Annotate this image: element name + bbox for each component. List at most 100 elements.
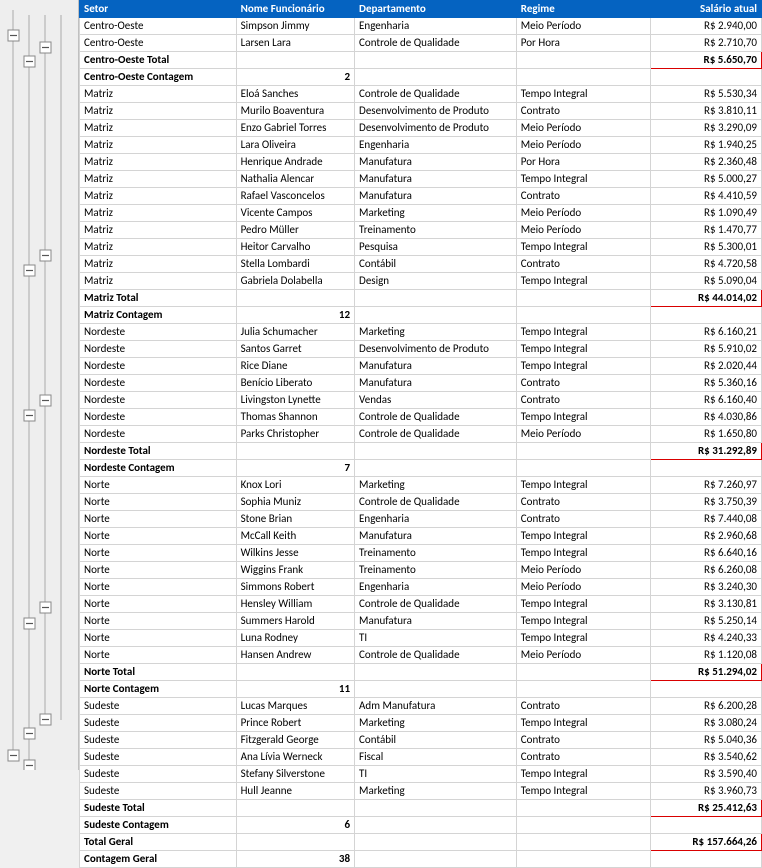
cell-dept[interactable]: Controle de Qualidade <box>355 86 517 103</box>
cell-reg[interactable] <box>516 664 650 681</box>
cell-setor[interactable]: Nordeste Total <box>80 443 237 460</box>
table-row[interactable]: MatrizPedro MüllerTreinamentoMeio Períod… <box>80 222 762 239</box>
table-row[interactable]: Centro-OesteSimpson JimmyEngenhariaMeio … <box>80 18 762 35</box>
col-sal[interactable]: Salário atual <box>650 1 761 18</box>
table-row[interactable]: NorteSimmons RobertEngenhariaMeio Períod… <box>80 579 762 596</box>
table-row[interactable]: NorteStone BrianEngenhariaContratoR$ 7.4… <box>80 511 762 528</box>
cell-dept[interactable] <box>355 307 517 324</box>
cell-dept[interactable]: Manufatura <box>355 154 517 171</box>
cell-setor[interactable]: Nordeste <box>80 358 237 375</box>
cell-dept[interactable]: Design <box>355 273 517 290</box>
cell-dept[interactable] <box>355 290 517 307</box>
cell-nome[interactable]: Julia Schumacher <box>236 324 354 341</box>
cell-setor[interactable]: Norte <box>80 545 237 562</box>
cell-reg[interactable] <box>516 69 650 86</box>
cell-reg[interactable]: Contrato <box>516 732 650 749</box>
cell-dept[interactable] <box>355 851 517 868</box>
cell-setor[interactable]: Norte <box>80 494 237 511</box>
cell-reg[interactable]: Meio Período <box>516 647 650 664</box>
cell-reg[interactable]: Tempo Integral <box>516 613 650 630</box>
table-row[interactable]: MatrizRafael VasconcelosManufaturaContra… <box>80 188 762 205</box>
cell-dept[interactable] <box>355 460 517 477</box>
table-row[interactable]: Centro-OesteLarsen LaraControle de Quali… <box>80 35 762 52</box>
table-row[interactable]: NorteMcCall KeithManufaturaTempo Integra… <box>80 528 762 545</box>
cell-sal[interactable]: R$ 4.240,33 <box>650 630 761 647</box>
table-row[interactable]: MatrizMurilo BoaventuraDesenvolvimento d… <box>80 103 762 120</box>
cell-setor[interactable]: Nordeste <box>80 324 237 341</box>
cell-dept[interactable]: Engenharia <box>355 18 517 35</box>
table-row[interactable]: NorteHansen AndrewControle de QualidadeM… <box>80 647 762 664</box>
cell-reg[interactable]: Tempo Integral <box>516 766 650 783</box>
cell-reg[interactable]: Por Hora <box>516 154 650 171</box>
cell-reg[interactable]: Meio Período <box>516 205 650 222</box>
outline-gutter[interactable] <box>0 0 79 770</box>
cell-sal[interactable]: R$ 5.090,04 <box>650 273 761 290</box>
cell-nome[interactable]: Simmons Robert <box>236 579 354 596</box>
table-row[interactable]: MatrizLara OliveiraEngenhariaMeio Períod… <box>80 137 762 154</box>
cell-nome[interactable] <box>236 664 354 681</box>
cell-sal[interactable] <box>650 681 761 698</box>
cell-reg[interactable] <box>516 851 650 868</box>
cell-nome[interactable]: Hansen Andrew <box>236 647 354 664</box>
cell-setor[interactable]: Norte <box>80 647 237 664</box>
cell-sal[interactable]: R$ 1.940,25 <box>650 137 761 154</box>
cell-nome[interactable]: Enzo Gabriel Torres <box>236 120 354 137</box>
cell-reg[interactable]: Tempo Integral <box>516 630 650 647</box>
cell-nome[interactable] <box>236 834 354 851</box>
cell-nome[interactable]: Larsen Lara <box>236 35 354 52</box>
cell-sal[interactable]: R$ 3.130,81 <box>650 596 761 613</box>
cell-dept[interactable]: Pesquisa <box>355 239 517 256</box>
cell-dept[interactable]: Treinamento <box>355 545 517 562</box>
cell-sal[interactable]: R$ 3.290,09 <box>650 120 761 137</box>
cell-reg[interactable]: Contrato <box>516 392 650 409</box>
cell-setor[interactable]: Nordeste <box>80 375 237 392</box>
cell-setor[interactable]: Sudeste Total <box>80 800 237 817</box>
cell-reg[interactable]: Meio Período <box>516 120 650 137</box>
cell-reg[interactable]: Contrato <box>516 188 650 205</box>
cell-dept[interactable]: Manufatura <box>355 528 517 545</box>
cell-nome[interactable]: 7 <box>236 460 354 477</box>
cell-setor[interactable]: Norte <box>80 477 237 494</box>
cell-sal[interactable]: R$ 3.590,40 <box>650 766 761 783</box>
cell-setor[interactable]: Sudeste <box>80 783 237 800</box>
cell-sal[interactable]: R$ 5.250,14 <box>650 613 761 630</box>
cell-reg[interactable] <box>516 460 650 477</box>
cell-sal[interactable]: R$ 4.030,86 <box>650 409 761 426</box>
cell-nome[interactable]: McCall Keith <box>236 528 354 545</box>
cell-reg[interactable] <box>516 681 650 698</box>
cell-reg[interactable]: Meio Período <box>516 562 650 579</box>
cell-sal[interactable]: R$ 2.020,44 <box>650 358 761 375</box>
cell-reg[interactable]: Tempo Integral <box>516 545 650 562</box>
cell-sal[interactable]: R$ 2.940,00 <box>650 18 761 35</box>
cell-sal[interactable]: R$ 3.750,39 <box>650 494 761 511</box>
cell-setor[interactable]: Sudeste <box>80 732 237 749</box>
cell-setor[interactable]: Centro-Oeste <box>80 35 237 52</box>
table-row[interactable]: MatrizHenrique AndradeManufaturaPor Hora… <box>80 154 762 171</box>
cell-sal[interactable] <box>650 460 761 477</box>
cell-nome[interactable] <box>236 52 354 69</box>
cell-dept[interactable]: Treinamento <box>355 562 517 579</box>
cell-dept[interactable] <box>355 443 517 460</box>
cell-setor[interactable]: Nordeste <box>80 409 237 426</box>
cell-sal[interactable]: R$ 2.710,70 <box>650 35 761 52</box>
cell-setor[interactable]: Sudeste <box>80 749 237 766</box>
cell-setor[interactable]: Nordeste <box>80 426 237 443</box>
cell-sal[interactable]: R$ 2.960,68 <box>650 528 761 545</box>
table-row[interactable]: NorteWiggins FrankTreinamentoMeio Períod… <box>80 562 762 579</box>
cell-reg[interactable] <box>516 443 650 460</box>
col-setor[interactable]: Setor <box>80 1 237 18</box>
table-row[interactable]: NorteWilkins JesseTreinamentoTempo Integ… <box>80 545 762 562</box>
cell-setor[interactable]: Total Geral <box>80 834 237 851</box>
cell-sal[interactable] <box>650 817 761 834</box>
cell-reg[interactable]: Meio Período <box>516 426 650 443</box>
cell-sal[interactable]: R$ 6.260,08 <box>650 562 761 579</box>
cell-nome[interactable]: Pedro Müller <box>236 222 354 239</box>
cell-sal[interactable]: R$ 157.664,26 <box>650 834 761 851</box>
cell-setor[interactable]: Matriz <box>80 171 237 188</box>
cell-reg[interactable]: Meio Período <box>516 579 650 596</box>
cell-sal[interactable]: R$ 6.640,16 <box>650 545 761 562</box>
cell-dept[interactable]: Marketing <box>355 205 517 222</box>
cell-dept[interactable] <box>355 817 517 834</box>
table-row[interactable]: NorteSummers HaroldManufaturaTempo Integ… <box>80 613 762 630</box>
cell-dept[interactable]: Engenharia <box>355 579 517 596</box>
